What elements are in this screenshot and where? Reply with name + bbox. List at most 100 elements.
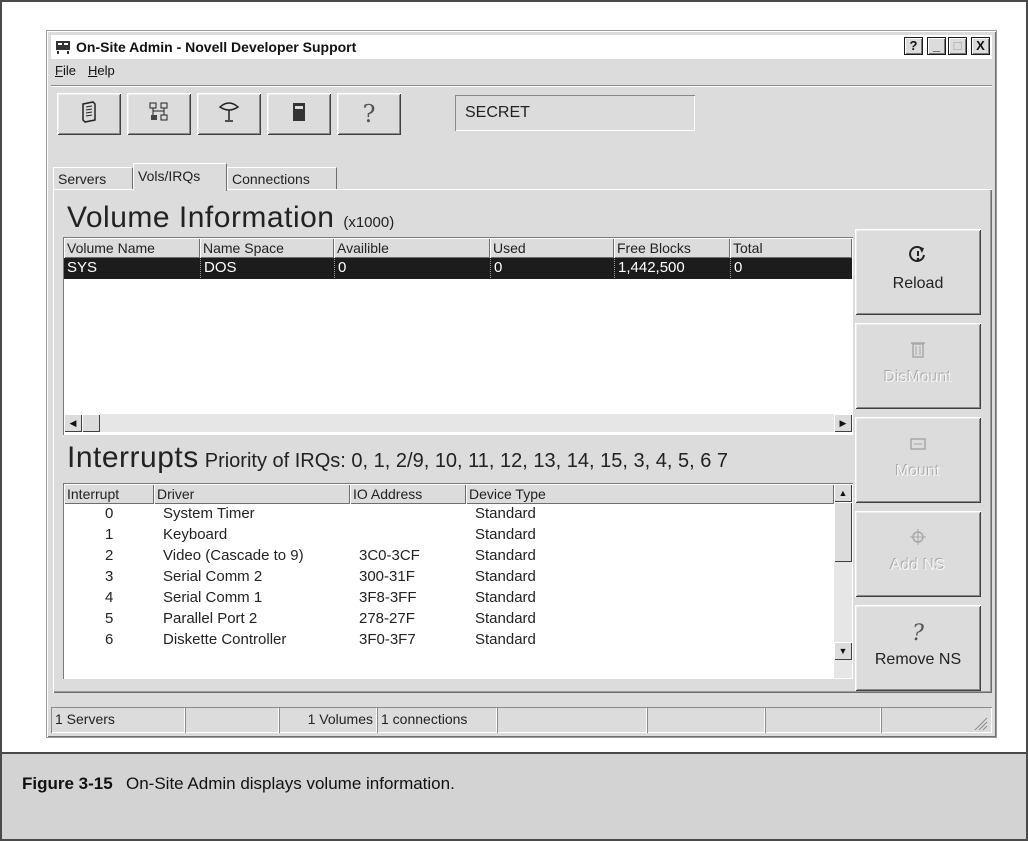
network-icon (148, 101, 170, 128)
remove-ns-button[interactable]: ? Remove NS (855, 605, 981, 691)
mount-label: Mount (895, 463, 941, 480)
cell-available: 0 (334, 259, 490, 278)
window-controls: ? _ □ X (904, 37, 990, 55)
help-button[interactable]: ? (337, 93, 401, 135)
dismount-label: DisMount (884, 369, 952, 386)
irq-row[interactable]: 4 Serial Comm 1 3F8-3FF Standard (64, 589, 834, 610)
col-total[interactable]: Total (730, 238, 852, 258)
volume-info-heading: Volume Information (x1000) (67, 201, 394, 235)
reload-icon (855, 245, 981, 271)
add-ns-button[interactable]: Add NS (855, 511, 981, 597)
remove-ns-label: Remove NS (874, 651, 962, 668)
dish-button[interactable] (197, 93, 261, 135)
irq-number: 4 (105, 589, 114, 606)
trash-icon (855, 339, 981, 365)
col-free-blocks[interactable]: Free Blocks (614, 238, 730, 258)
figure-caption: Figure 3-15 On-Site Admin displays volum… (2, 752, 1026, 839)
figure-number: Figure 3-15 (22, 774, 113, 793)
col-device-type[interactable]: Device Type (466, 484, 834, 504)
irq-driver: Video (Cascade to 9) (163, 547, 304, 564)
irq-driver: Serial Comm 1 (163, 589, 263, 606)
col-name-space[interactable]: Name Space (200, 238, 334, 258)
tab-vols-irqs[interactable]: Vols/IRQs (133, 163, 227, 191)
col-io-address[interactable]: IO Address (350, 484, 466, 504)
cell-free-blocks: 1,442,500 (614, 259, 730, 278)
interrupts-heading: Interrupts Priority of IRQs: 0, 1, 2/9, 1… (67, 441, 728, 475)
irq-row[interactable]: 3 Serial Comm 2 300-31F Standard (64, 568, 834, 589)
irq-driver: System Timer (163, 505, 255, 522)
app-icon (55, 39, 71, 55)
scroll-left-button[interactable]: ◀ (64, 414, 82, 432)
cell-name-space: DOS (200, 259, 334, 278)
irq-device-type: Standard (475, 589, 536, 606)
irq-number: 3 (105, 568, 114, 585)
irq-number: 0 (105, 505, 114, 522)
volume-list[interactable]: Volume Name Name Space Availible Used Fr… (63, 237, 853, 435)
hscroll-thumb[interactable] (82, 414, 100, 432)
question-icon: ? (912, 621, 924, 646)
menu-bar: File Help (55, 63, 115, 83)
status-bar: 1 Servers 1 Volumes 1 connections (51, 707, 992, 733)
col-used[interactable]: Used (490, 238, 614, 258)
irq-row[interactable]: 1 Keyboard Standard (64, 526, 834, 547)
interrupts-title: Interrupts (67, 441, 199, 474)
scroll-down-button[interactable]: ▼ (834, 642, 852, 660)
irq-io-address: 3F8-3FF (359, 589, 417, 606)
irq-io-address: 3F0-3F7 (359, 631, 416, 644)
volume-row-sys[interactable]: SYS DOS 0 0 1,442,500 0 (64, 258, 852, 279)
irq-device-type: Standard (475, 505, 536, 522)
volume-info-title: Volume Information (67, 201, 335, 234)
server-info-button[interactable] (57, 93, 121, 135)
menu-file[interactable]: File (55, 63, 76, 83)
irq-row[interactable]: 2 Video (Cascade to 9) 3C0-3CF Standard (64, 547, 834, 568)
vscroll-thumb[interactable] (834, 502, 852, 562)
interrupt-vscrollbar[interactable]: ▲ ▼ (834, 484, 852, 678)
dismount-button[interactable]: DisMount (855, 323, 981, 409)
irq-device-type: Standard (475, 547, 536, 564)
irq-driver: Diskette Controller (163, 631, 287, 644)
status-blank-3 (647, 707, 765, 733)
cell-total: 0 (730, 259, 852, 278)
disk-drive-icon (290, 101, 308, 128)
scroll-up-button[interactable]: ▲ (834, 484, 852, 502)
irq-row[interactable]: 6 Diskette Controller 3F0-3F7 Standard (64, 631, 834, 644)
maximize-button[interactable]: □ (948, 37, 967, 55)
col-driver[interactable]: Driver (154, 484, 350, 504)
status-blank-2 (497, 707, 647, 733)
minimize-button[interactable]: _ (927, 37, 946, 55)
add-ns-label: Add NS (890, 557, 946, 574)
network-button[interactable] (127, 93, 191, 135)
volume-hscrollbar[interactable]: ◀ ▶ (64, 414, 852, 432)
mount-button[interactable]: Mount (855, 417, 981, 503)
status-volumes: 1 Volumes (279, 707, 377, 733)
tab-connections[interactable]: Connections (227, 167, 337, 191)
vols-irqs-panel: Volume Information (x1000) Volume Name N… (53, 189, 992, 693)
reload-button[interactable]: Reload (855, 229, 981, 315)
irq-number: 2 (105, 547, 114, 564)
resize-grip-icon[interactable] (972, 715, 988, 731)
irq-io-address: 3C0-3CF (359, 547, 420, 564)
mount-icon (855, 433, 981, 459)
irq-driver: Parallel Port 2 (163, 610, 258, 627)
irq-io-address: 278-27F (359, 610, 415, 627)
reload-label: Reload (892, 275, 944, 292)
irq-io-address: 300-31F (359, 568, 415, 585)
close-button[interactable]: X (971, 37, 990, 55)
col-interrupt[interactable]: Interrupt (64, 484, 154, 504)
col-volume-name[interactable]: Volume Name (64, 238, 200, 258)
irq-row[interactable]: 5 Parallel Port 2 278-27F Standard (64, 610, 834, 631)
scroll-right-button[interactable]: ▶ (834, 414, 852, 432)
title-bar[interactable]: On-Site Admin - Novell Developer Support… (51, 35, 992, 59)
cell-volume-name: SYS (67, 259, 98, 276)
tab-servers[interactable]: Servers (53, 167, 133, 191)
col-available[interactable]: Availible (334, 238, 490, 258)
disk-button[interactable] (267, 93, 331, 135)
irq-device-type: Standard (475, 610, 536, 627)
menu-help[interactable]: Help (88, 63, 115, 83)
figure-caption-text: On-Site Admin displays volume informatio… (126, 774, 455, 793)
volume-info-scale: (x1000) (343, 214, 395, 231)
interrupt-list[interactable]: Interrupt Driver IO Address Device Type … (63, 483, 853, 679)
help-icon: ? (362, 100, 376, 128)
irq-row[interactable]: 0 System Timer Standard (64, 505, 834, 526)
help-title-button[interactable]: ? (904, 37, 923, 55)
